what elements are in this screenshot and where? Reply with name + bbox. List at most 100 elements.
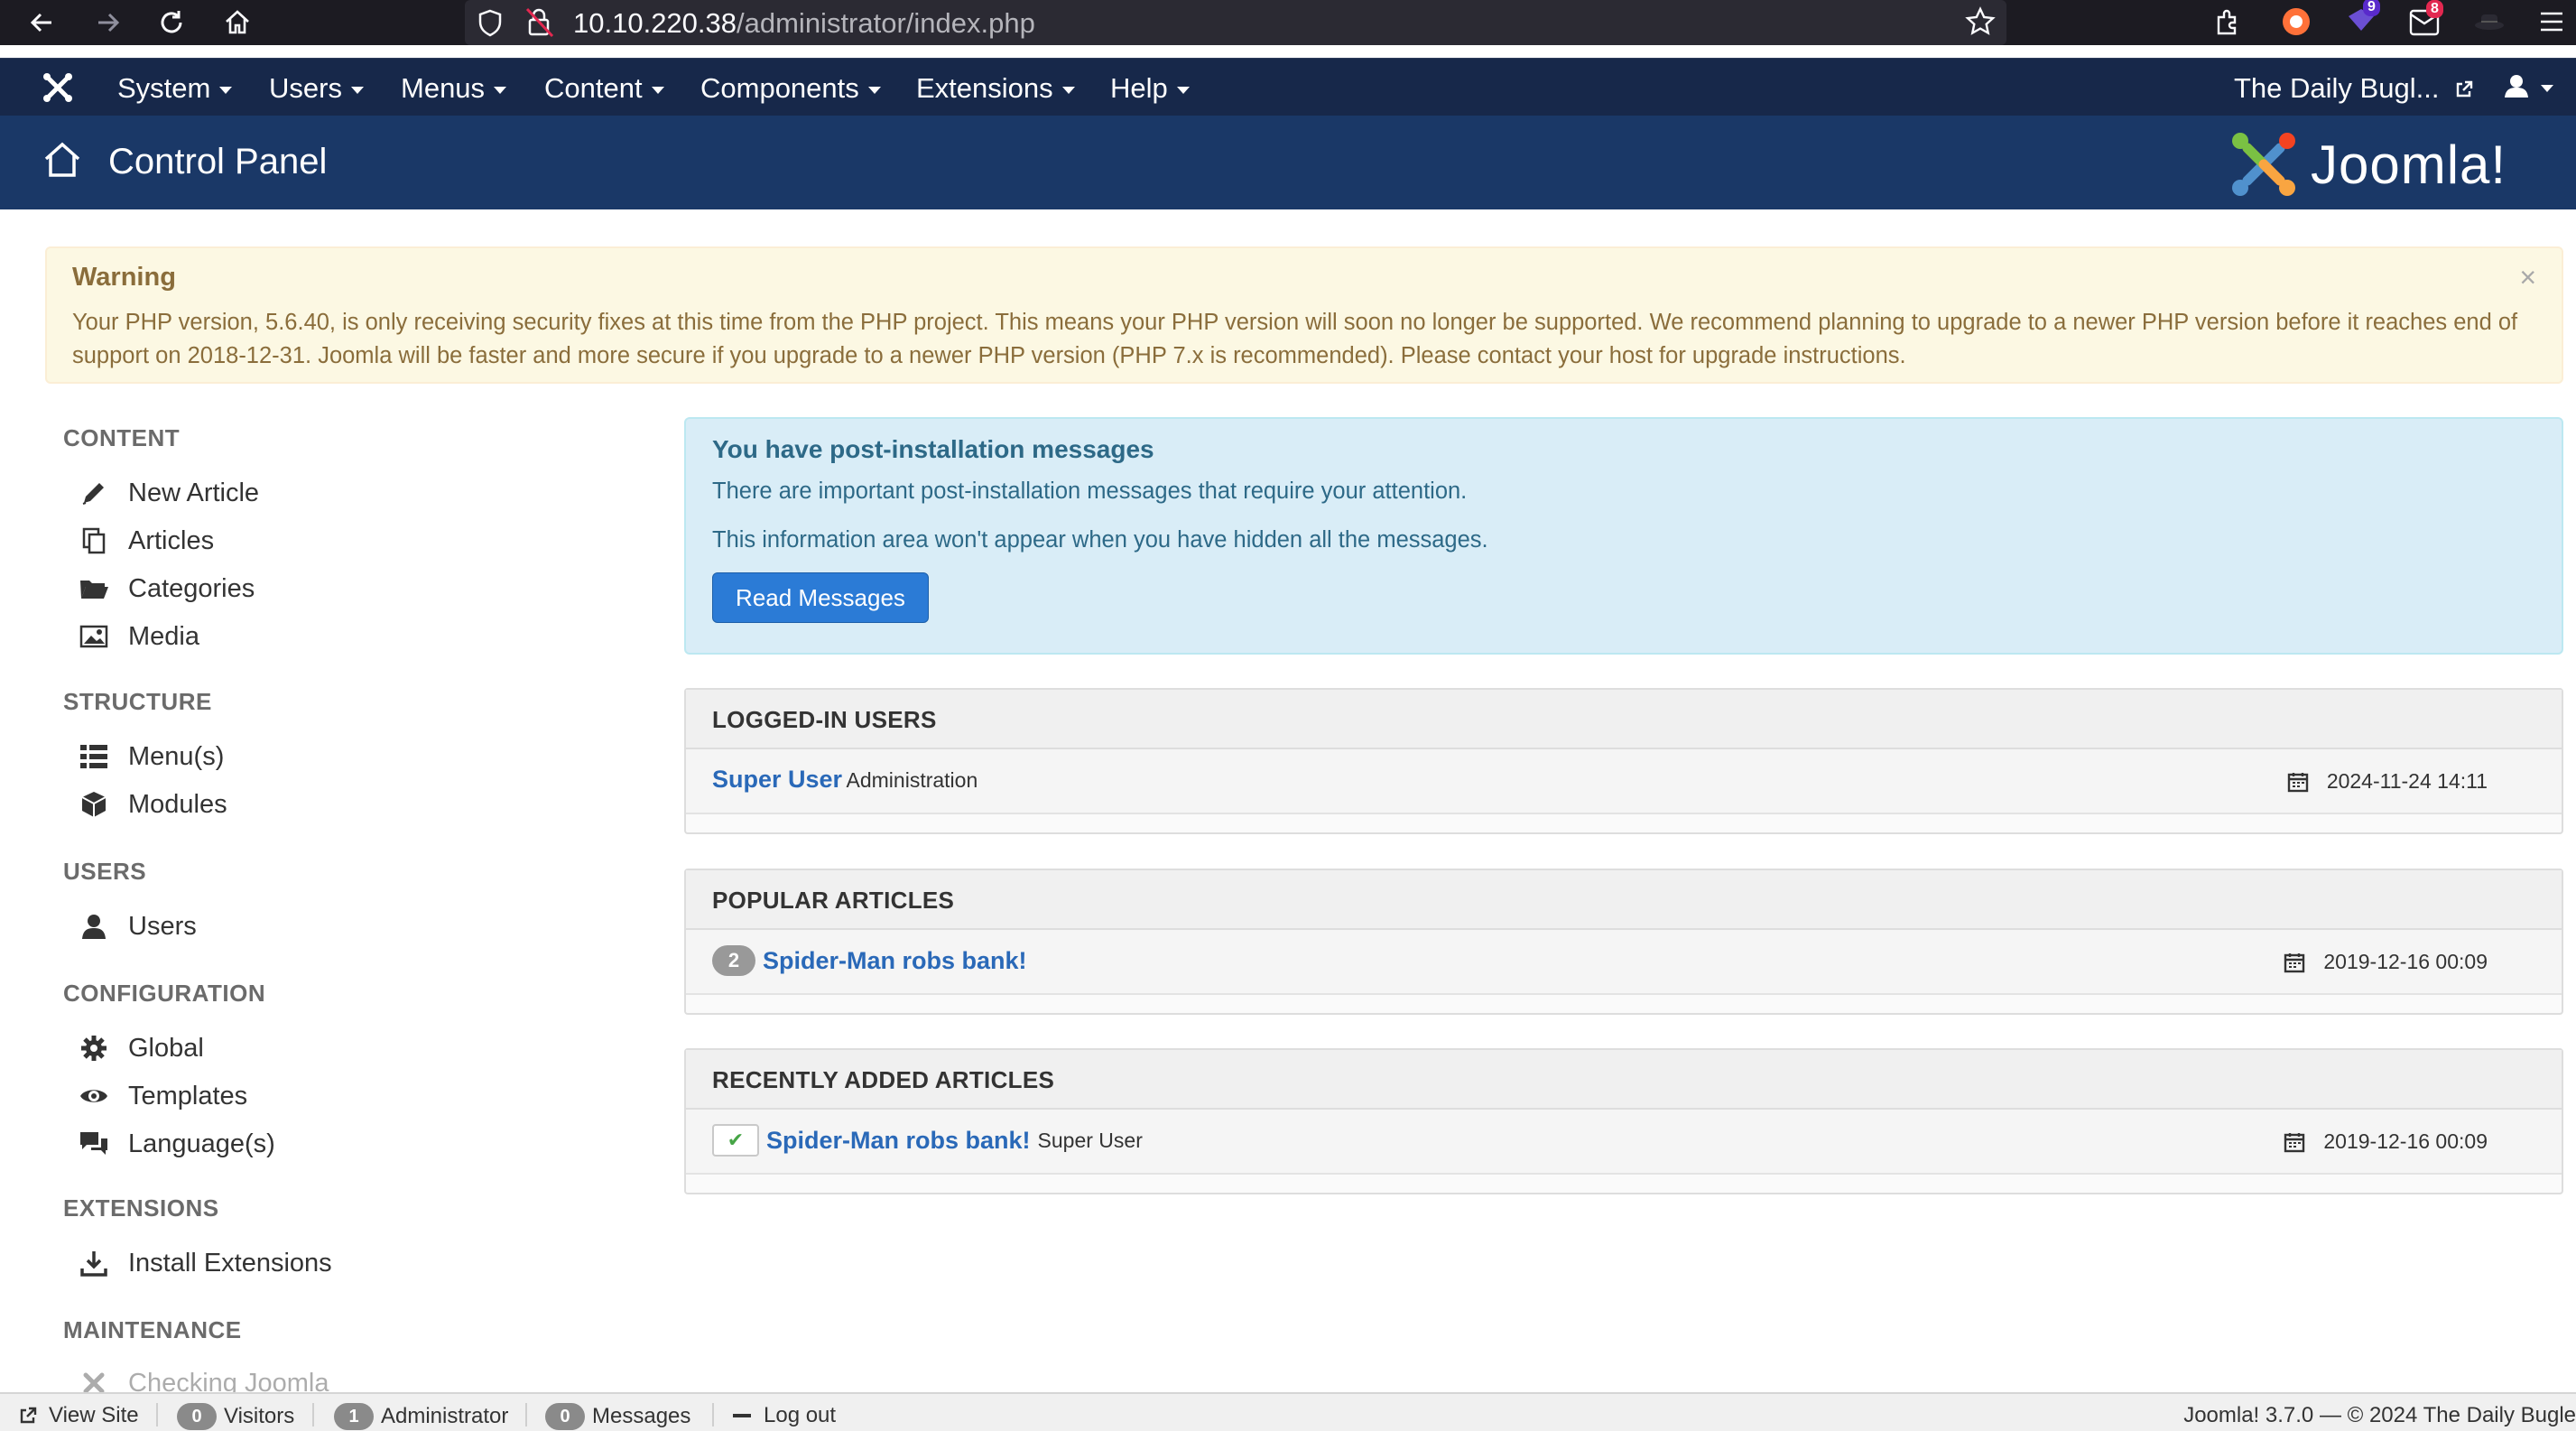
sidebar-item-users[interactable]: Users — [78, 910, 197, 943]
shield-extension-icon[interactable]: 9 — [2345, 0, 2380, 44]
sidebar-item-label: Language(s) — [128, 1129, 275, 1158]
sidebar-item-categories[interactable]: Categories — [78, 572, 255, 605]
sidebar-item-label: Templates — [128, 1081, 248, 1110]
joomla-x-icon[interactable] — [42, 71, 74, 108]
menu-system[interactable]: System — [117, 72, 233, 105]
menu-menus[interactable]: Menus — [401, 72, 507, 105]
sidebar-item-label: Modules — [128, 789, 227, 819]
admin-menu-bar: System Users Menus Content Components Ex… — [0, 58, 2576, 116]
sidebar-item-label: Media — [128, 621, 199, 651]
administrator-status[interactable]: 1 Administrator — [334, 1403, 508, 1430]
hat-extension-icon[interactable] — [2473, 7, 2506, 41]
login-date: 2024-11-24 14:11 — [2287, 769, 2488, 794]
copy-icon — [78, 525, 110, 557]
bookmark-star-icon[interactable] — [1965, 6, 1996, 42]
reload-icon[interactable] — [155, 6, 188, 39]
home-icon[interactable] — [221, 6, 254, 39]
user-location: Administration — [846, 768, 978, 792]
sidebar-item-label: New Article — [128, 478, 260, 507]
article-date: 2019-12-16 00:09 — [2284, 950, 2488, 974]
panel-header: POPULAR ARTICLES — [686, 870, 2562, 930]
visitors-count-badge: 0 — [177, 1403, 217, 1430]
article-date: 2019-12-16 00:09 — [2284, 1129, 2488, 1154]
mail-extension-icon[interactable]: 8 — [2408, 0, 2443, 42]
user-icon — [2505, 75, 2553, 98]
sidebar-item-languages[interactable]: Language(s) — [78, 1128, 275, 1160]
list-icon — [78, 740, 110, 773]
user-menu-button[interactable] — [2500, 72, 2554, 107]
back-arrow-icon[interactable] — [25, 6, 58, 39]
recent-articles-panel: RECENTLY ADDED ARTICLES ✔ Spider-Man rob… — [684, 1048, 2563, 1194]
page-title: Control Panel — [108, 142, 328, 181]
logged-in-users-panel: LOGGED-IN USERS Super User Administratio… — [684, 688, 2563, 834]
ublock-extension-icon[interactable] — [2280, 5, 2312, 42]
sidebar-heading-users: USERS — [63, 858, 147, 885]
hits-badge: 2 — [712, 945, 755, 976]
site-link[interactable]: The Daily Bugl... — [2234, 72, 2474, 105]
user-link[interactable]: Super User — [712, 766, 842, 793]
published-check-icon[interactable]: ✔ — [712, 1124, 759, 1157]
menu-help[interactable]: Help — [1110, 72, 1190, 105]
home-outline-icon — [42, 139, 83, 185]
menu-components[interactable]: Components — [700, 72, 881, 105]
popular-articles-panel: POPULAR ARTICLES 2 Spider-Man robs bank!… — [684, 869, 2563, 1015]
browser-gap — [0, 45, 2576, 58]
pencil-icon — [78, 477, 110, 509]
list-item: Super User Administration 2024-11-24 14:… — [686, 749, 2562, 814]
list-item: 2 Spider-Man robs bank! 2019-12-16 00:09 — [686, 930, 2562, 995]
panel-title: RECENTLY ADDED ARTICLES — [712, 1066, 1055, 1093]
hamburger-menu-icon[interactable] — [2538, 8, 2565, 40]
sidebar-item-modules[interactable]: Modules — [78, 788, 227, 821]
read-messages-button[interactable]: Read Messages — [712, 572, 929, 623]
messages-count-badge: 0 — [545, 1403, 585, 1430]
view-site-link[interactable]: View Site — [18, 1403, 139, 1428]
messages-status[interactable]: 0 Messages — [545, 1403, 690, 1430]
sidebar-item-global[interactable]: Global — [78, 1032, 204, 1064]
menu-content[interactable]: Content — [544, 72, 664, 105]
joomla-logo-icon — [2232, 133, 2295, 196]
forward-arrow-icon[interactable] — [92, 6, 125, 39]
extensions-puzzle-icon[interactable] — [2213, 6, 2244, 42]
divider — [712, 1403, 714, 1426]
article-link[interactable]: Spider-Man robs bank! — [766, 1127, 1031, 1155]
panel-title: LOGGED-IN USERS — [712, 706, 937, 733]
menu-extensions[interactable]: Extensions — [916, 72, 1075, 105]
sidebar-item-templates[interactable]: Templates — [78, 1080, 247, 1112]
divider — [525, 1403, 527, 1426]
postinstall-note: This information area won't appear when … — [712, 527, 1488, 553]
sidebar-item-new-article[interactable]: New Article — [78, 477, 259, 509]
divider — [156, 1403, 158, 1426]
gear-icon — [78, 1032, 110, 1064]
panel-header: LOGGED-IN USERS — [686, 690, 2562, 749]
extension-badge-count: 9 — [2363, 0, 2380, 16]
sidebar-heading-content: CONTENT — [63, 424, 181, 451]
sidebar-item-label: Categories — [128, 573, 255, 603]
visitors-status[interactable]: 0 Visitors — [177, 1403, 294, 1430]
url-text[interactable]: 10.10.220.38/administrator/index.php — [573, 7, 1035, 40]
sidebar-item-install-extensions[interactable]: Install Extensions — [78, 1247, 332, 1279]
insecure-lock-icon[interactable] — [525, 7, 554, 42]
sidebar-item-articles[interactable]: Articles — [78, 525, 214, 557]
sidebar-item-media[interactable]: Media — [78, 620, 199, 653]
sidebar-item-menus[interactable]: Menu(s) — [78, 740, 224, 773]
menu-users[interactable]: Users — [269, 72, 364, 105]
shield-icon[interactable] — [477, 8, 504, 42]
close-icon[interactable]: × — [2519, 261, 2536, 294]
sidebar-heading-extensions: EXTENSIONS — [63, 1194, 219, 1222]
sidebar-item-label: Install Extensions — [128, 1248, 332, 1278]
minus-icon — [733, 1414, 751, 1417]
address-bar[interactable]: 10.10.220.38/administrator/index.php — [465, 0, 2006, 45]
sidebar-heading-configuration: CONFIGURATION — [63, 980, 266, 1007]
joomla-logo: Joomla! — [2220, 126, 2563, 203]
admin-count-badge: 1 — [334, 1403, 374, 1430]
postinstall-message: There are important post-installation me… — [712, 479, 1468, 504]
status-bar: View Site 0 Visitors 1 Administrator 0 M… — [0, 1392, 2576, 1431]
logout-link[interactable]: Log out — [731, 1403, 836, 1428]
sidebar-item-label: Menu(s) — [128, 741, 225, 771]
sidebar-heading-maintenance: MAINTENANCE — [63, 1316, 242, 1343]
comments-icon — [78, 1128, 110, 1160]
warning-message: Your PHP version, 5.6.40, is only receiv… — [72, 310, 2518, 368]
article-link[interactable]: Spider-Man robs bank! — [763, 947, 1027, 975]
divider — [312, 1403, 314, 1426]
sidebar-item-label: Global — [128, 1033, 204, 1063]
